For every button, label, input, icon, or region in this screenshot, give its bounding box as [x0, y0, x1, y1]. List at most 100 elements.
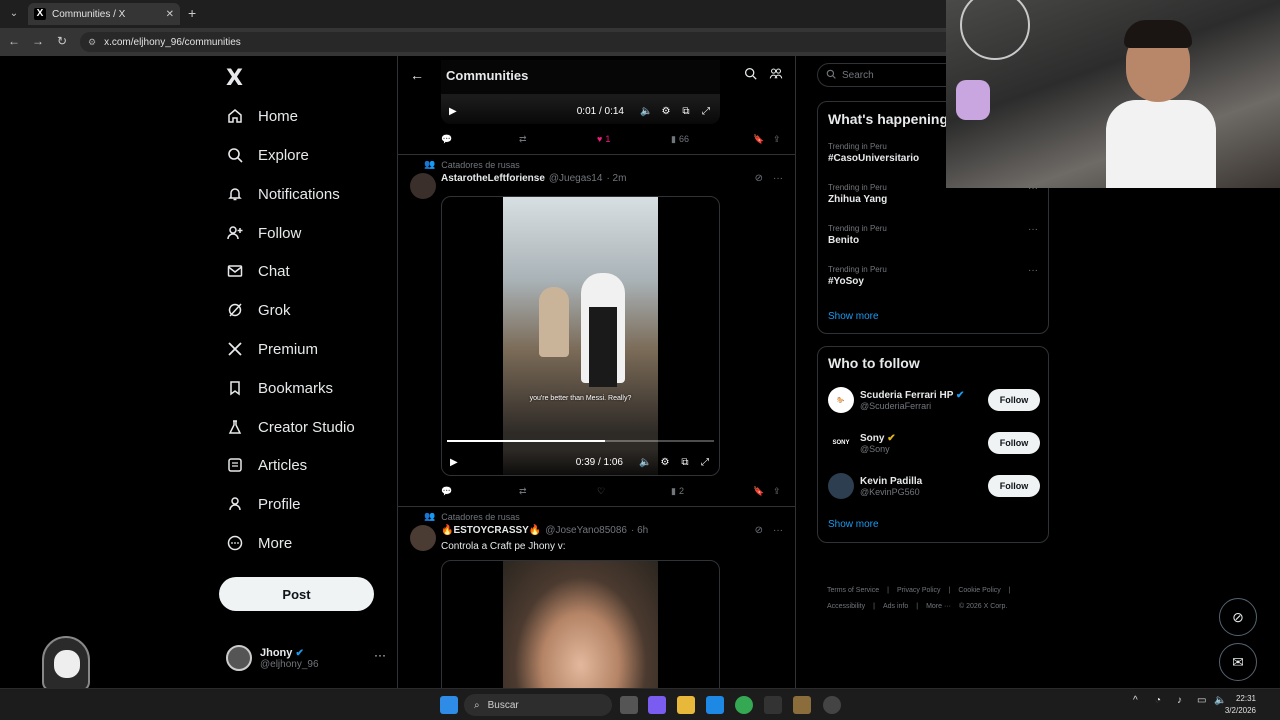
reply-icon[interactable]: 💬	[441, 486, 519, 497]
share-icon[interactable]: ⇪	[773, 134, 781, 145]
windows-start-icon[interactable]	[440, 696, 458, 714]
views-button[interactable]: ▮ 66	[671, 134, 753, 145]
author-name[interactable]: 🔥ESTOYCRASSY🔥	[441, 525, 541, 536]
footer-link[interactable]: More ···	[926, 603, 951, 610]
account-switcher[interactable]: Jhony ✔ @eljhony_96 ···	[226, 642, 386, 674]
share-icon[interactable]: ⇪	[773, 486, 781, 497]
forward-arrow-icon[interactable]: →	[30, 34, 46, 48]
tray-chevron-icon[interactable]: ^	[1133, 695, 1138, 706]
nav-item-articles[interactable]: Articles	[226, 450, 307, 480]
post-button[interactable]: Post	[219, 577, 374, 611]
nav-item-chat[interactable]: Chat	[226, 256, 290, 286]
site-info-icon[interactable]: ⚙	[88, 37, 96, 48]
trend-item[interactable]: Trending in Peru #YoSoy ···	[828, 265, 1038, 287]
task-view-icon[interactable]	[620, 696, 638, 714]
video-progress-bar[interactable]	[447, 440, 714, 442]
follow-suggestion[interactable]: SONY Sony ✔ @Sony Follow	[828, 428, 1040, 458]
community-context[interactable]: 👥 Catadores de rusas	[424, 511, 520, 522]
community-people-icon[interactable]	[769, 67, 783, 85]
nav-item-notifications[interactable]: Notifications	[226, 179, 340, 209]
avatar[interactable]	[410, 525, 436, 551]
app-icon[interactable]	[823, 696, 841, 714]
close-icon[interactable]: ✕	[166, 9, 174, 20]
grok-icon[interactable]: ⊘	[755, 525, 763, 536]
footer-link[interactable]: Terms of Service	[827, 587, 879, 594]
more-dots-icon[interactable]: ···	[1028, 224, 1038, 235]
heart-icon[interactable]: ♡	[597, 486, 671, 497]
nav-item-bookmarks[interactable]: Bookmarks	[226, 373, 333, 403]
repost-icon[interactable]: ⇄	[519, 486, 597, 497]
avatar[interactable]	[410, 173, 436, 199]
copilot-icon[interactable]	[648, 696, 666, 714]
nav-item-follow[interactable]: Follow	[226, 218, 301, 248]
nav-item-more[interactable]: More	[226, 528, 292, 558]
taskbar-search[interactable]: ⌕ Buscar	[464, 694, 612, 716]
reply-icon[interactable]: 💬	[441, 134, 519, 145]
follow-button[interactable]: Follow	[988, 475, 1040, 497]
grok-icon[interactable]: ⊘	[755, 173, 763, 184]
show-more-link[interactable]: Show more	[828, 311, 879, 322]
follow-button[interactable]: Follow	[988, 432, 1040, 454]
views-button[interactable]: ▮ 2	[671, 486, 753, 497]
reload-icon[interactable]: ↻	[54, 34, 70, 48]
fullscreen-icon[interactable]: ⤢	[700, 106, 712, 117]
pip-icon[interactable]: ⧉	[680, 106, 692, 117]
back-arrow-icon[interactable]: ←	[6, 34, 22, 48]
footer-link[interactable]: Ads info	[883, 603, 908, 610]
repost-icon[interactable]: ⇄	[519, 134, 597, 145]
settings-icon[interactable]: ⚙	[659, 457, 671, 468]
video-player[interactable]	[441, 560, 720, 688]
file-explorer-icon[interactable]	[677, 696, 695, 714]
nav-item-creator-studio[interactable]: Creator Studio	[226, 412, 355, 442]
settings-icon[interactable]: ⚙	[660, 106, 672, 117]
nav-item-grok[interactable]: Grok	[226, 295, 291, 325]
system-clock[interactable]: 22:31 3/2/2026	[1225, 693, 1256, 717]
tab-search-icon[interactable]: ⌄	[6, 6, 22, 22]
network-icon[interactable]: ◔	[1155, 695, 1161, 706]
grok-fab-button[interactable]: ⊘	[1219, 598, 1257, 636]
author-handle[interactable]: @Juegas14	[549, 173, 603, 184]
search-icon[interactable]	[744, 67, 757, 85]
post-time[interactable]: · 6h	[631, 525, 648, 536]
chrome-icon[interactable]	[735, 696, 753, 714]
nav-item-premium[interactable]: Premium	[226, 334, 318, 364]
bookmark-icon[interactable]: 🔖	[753, 486, 773, 497]
footer-link[interactable]: Cookie Policy	[958, 587, 1000, 594]
bookmark-icon[interactable]: 🔖	[753, 134, 773, 145]
more-dots-icon[interactable]: ···	[773, 525, 783, 536]
more-dots-icon[interactable]: ···	[773, 173, 783, 184]
x-logo-icon[interactable]: X	[226, 66, 243, 91]
play-icon[interactable]: ▶	[450, 457, 464, 468]
back-arrow-icon[interactable]: ←	[410, 67, 430, 83]
store-icon[interactable]	[764, 696, 782, 714]
follow-button[interactable]: Follow	[988, 389, 1040, 411]
mic-icon[interactable]: ♪	[1177, 695, 1182, 706]
show-more-link[interactable]: Show more	[828, 519, 879, 530]
community-context[interactable]: 👥 Catadores de rusas	[424, 159, 520, 170]
footer-link[interactable]: Accessibility	[827, 603, 865, 610]
app-icon[interactable]	[793, 696, 811, 714]
author-name[interactable]: AstarotheLeftforiense	[441, 173, 545, 184]
video-player[interactable]: you're better than Messi. Really? ▶ 0:39…	[441, 196, 720, 476]
follow-suggestion[interactable]: 🐎 Scuderia Ferrari HP ✔ @ScuderiaFerrari…	[828, 385, 1040, 415]
browser-tab[interactable]: X Communities / X ✕	[28, 3, 180, 25]
display-icon[interactable]: ▭	[1197, 695, 1206, 706]
more-dots-icon[interactable]: ···	[1028, 265, 1038, 276]
post-time[interactable]: · 2m	[606, 173, 626, 184]
nav-item-home[interactable]: Home	[226, 101, 298, 131]
trend-item[interactable]: Trending in Peru Benito ···	[828, 224, 1038, 246]
pip-icon[interactable]: ⧉	[679, 457, 691, 468]
new-tab-icon[interactable]: +	[188, 5, 196, 21]
follow-suggestion[interactable]: Kevin Padilla @KevinPG560 Follow	[828, 471, 1040, 501]
nav-item-explore[interactable]: Explore	[226, 140, 309, 170]
fullscreen-icon[interactable]: ⤢	[699, 457, 711, 468]
volume-icon[interactable]: 🔈	[640, 106, 652, 117]
play-icon[interactable]: ▶	[449, 106, 463, 117]
like-button[interactable]: ♥ 1	[597, 134, 671, 144]
author-handle[interactable]: @JoseYano85086	[545, 525, 627, 536]
messages-fab-button[interactable]: ✉	[1219, 643, 1257, 681]
edge-icon[interactable]	[706, 696, 724, 714]
more-dots-icon[interactable]: ···	[374, 648, 386, 662]
nav-item-profile[interactable]: Profile	[226, 489, 301, 519]
volume-icon[interactable]: 🔈	[639, 457, 651, 468]
